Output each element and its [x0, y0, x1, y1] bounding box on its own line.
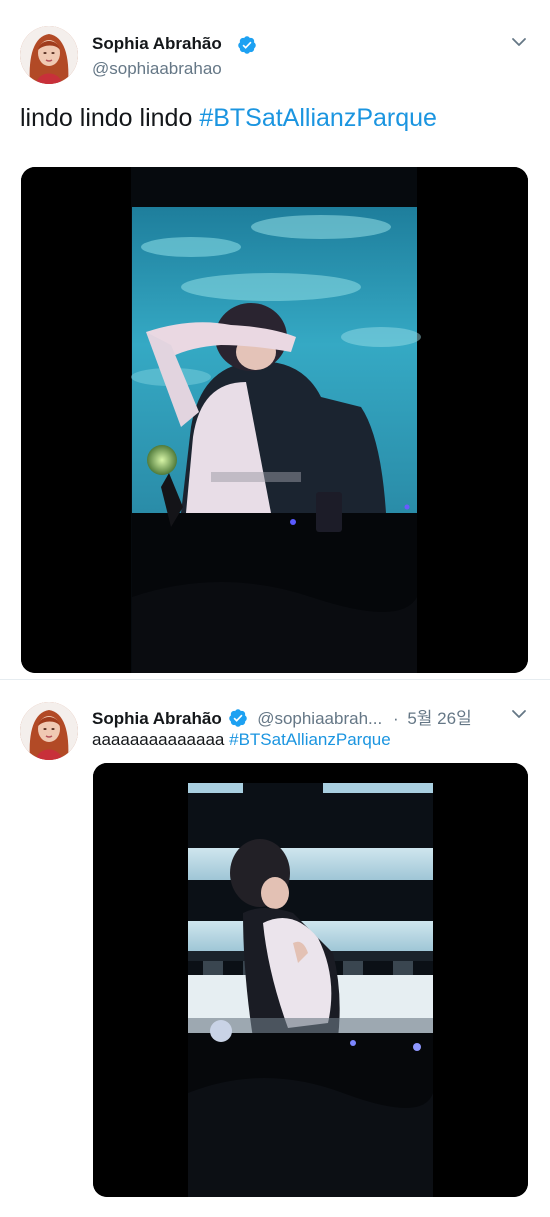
tweet-reply: Sophia Abrahão @sophiaabrah... · 5월 26일 … — [0, 680, 550, 1217]
chevron-down-icon[interactable] — [510, 705, 528, 723]
tweet-date[interactable]: 5월 26일 — [407, 709, 471, 728]
video-frame — [93, 763, 528, 1197]
tweet-body: aaaaaaaaaaaaaa — [92, 730, 225, 749]
tweet-video[interactable] — [21, 167, 528, 673]
tweet-text: lindo lindo lindo #BTSatAllianzParque — [20, 104, 437, 133]
tweet-main: Sophia Abrahão @sophiaabrahao lindo lind… — [0, 0, 550, 678]
verified-badge-icon — [238, 36, 256, 54]
author-handle[interactable]: @sophiaabrahao — [92, 59, 222, 79]
hashtag-link[interactable]: #BTSatAllianzParque — [199, 104, 437, 132]
avatar[interactable] — [20, 26, 78, 84]
author-name[interactable]: Sophia Abrahão — [92, 709, 222, 728]
avatar-portrait — [20, 26, 78, 84]
avatar-portrait — [20, 702, 78, 760]
avatar[interactable] — [20, 702, 78, 760]
chevron-down-icon[interactable] — [510, 33, 528, 51]
tweet-text: aaaaaaaaaaaaaa #BTSatAllianzParque — [92, 730, 391, 750]
tweet-header: Sophia Abrahão @sophiaabrah... · 5월 26일 — [92, 704, 472, 728]
author-name[interactable]: Sophia Abrahão — [92, 34, 222, 54]
verified-badge-icon — [229, 709, 248, 727]
tweet-body: lindo lindo lindo — [20, 104, 193, 132]
hashtag-link[interactable]: #BTSatAllianzParque — [229, 730, 391, 749]
tweet-video[interactable] — [93, 763, 528, 1197]
video-frame — [21, 167, 528, 673]
author-handle[interactable]: @sophiaabrah... — [257, 709, 382, 728]
meta-separator: · — [392, 709, 399, 728]
